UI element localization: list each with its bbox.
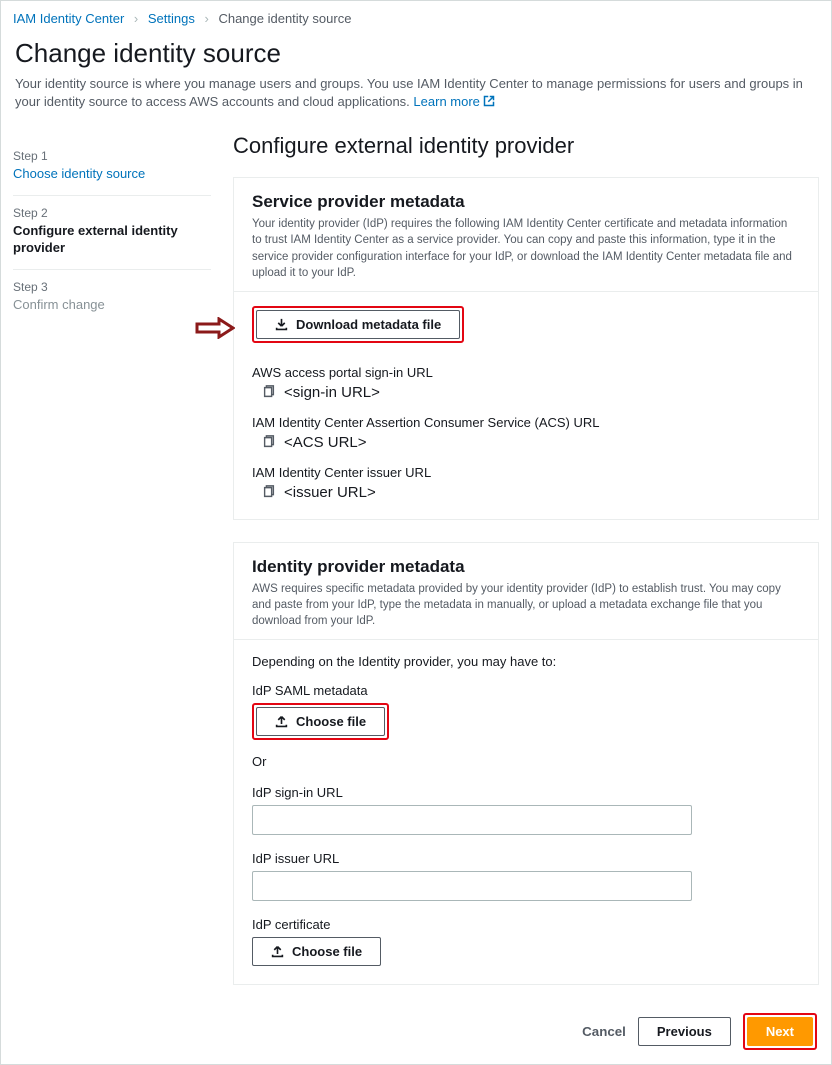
- wizard-step-2: Step 2 Configure external identity provi…: [13, 195, 211, 269]
- breadcrumb: IAM Identity Center › Settings › Change …: [1, 1, 831, 32]
- idp-saml-label: IdP SAML metadata: [252, 683, 800, 698]
- page-title: Change identity source: [15, 38, 817, 69]
- step-text: Configure external identity provider: [13, 222, 211, 257]
- copy-icon[interactable]: [262, 435, 276, 449]
- step-label: Step 3: [13, 280, 211, 294]
- acs-url-label: IAM Identity Center Assertion Consumer S…: [252, 415, 800, 430]
- page-container: IAM Identity Center › Settings › Change …: [0, 0, 832, 1065]
- issuer-url-value: <issuer URL>: [284, 484, 376, 501]
- chevron-right-icon: ›: [134, 11, 138, 26]
- breadcrumb-link-settings[interactable]: Settings: [148, 11, 195, 26]
- page-description: Your identity source is where you manage…: [15, 75, 817, 111]
- step-text: Confirm change: [13, 296, 211, 314]
- idp-signin-input[interactable]: [252, 805, 692, 835]
- sp-metadata-panel: Service provider metadata Your identity …: [233, 177, 819, 519]
- annotation-download-highlight: Download metadata file: [252, 306, 464, 343]
- acs-url-value: <ACS URL>: [284, 434, 367, 451]
- idp-signin-label: IdP sign-in URL: [252, 785, 800, 800]
- choose-file-saml-button[interactable]: Choose file: [256, 707, 385, 736]
- step-text: Choose identity source: [13, 165, 211, 183]
- panel-description: AWS requires specific metadata provided …: [252, 581, 800, 629]
- upload-icon: [271, 945, 284, 958]
- step-label: Step 1: [13, 149, 211, 163]
- idp-metadata-panel: Identity provider metadata AWS requires …: [233, 542, 819, 985]
- download-icon: [275, 318, 288, 331]
- upload-icon: [275, 715, 288, 728]
- signin-url-value: <sign-in URL>: [284, 384, 380, 401]
- learn-more-link[interactable]: Learn more: [413, 94, 494, 109]
- next-button[interactable]: Next: [747, 1017, 813, 1046]
- or-separator: Or: [252, 754, 800, 769]
- idp-issuer-label: IdP issuer URL: [252, 851, 800, 866]
- chevron-right-icon: ›: [204, 11, 208, 26]
- wizard-step-3: Step 3 Confirm change: [13, 269, 211, 326]
- breadcrumb-current: Change identity source: [218, 11, 351, 26]
- copy-icon[interactable]: [262, 385, 276, 399]
- wizard-step-1[interactable]: Step 1 Choose identity source: [13, 139, 211, 195]
- page-header: Change identity source Your identity sou…: [1, 32, 831, 119]
- step-label: Step 2: [13, 206, 211, 220]
- main-content: Configure external identity provider Ser…: [233, 119, 819, 1007]
- signin-url-label: AWS access portal sign-in URL: [252, 365, 800, 380]
- previous-button[interactable]: Previous: [638, 1017, 731, 1046]
- wizard-actions: Cancel Previous Next: [1, 1007, 831, 1064]
- wizard-sidebar: Step 1 Choose identity source Step 2 Con…: [13, 119, 211, 1007]
- panel-title: Service provider metadata: [252, 192, 800, 212]
- annotation-next-highlight: Next: [743, 1013, 817, 1050]
- download-metadata-button[interactable]: Download metadata file: [256, 310, 460, 339]
- external-link-icon: [483, 95, 495, 107]
- breadcrumb-link-iam[interactable]: IAM Identity Center: [13, 11, 124, 26]
- choose-file-cert-button[interactable]: Choose file: [252, 937, 381, 966]
- idp-subtext: Depending on the Identity provider, you …: [252, 654, 800, 669]
- panel-title: Identity provider metadata: [252, 557, 800, 577]
- idp-cert-label: IdP certificate: [252, 917, 800, 932]
- annotation-choosefile-highlight: Choose file: [252, 703, 389, 740]
- annotation-arrow: [195, 317, 235, 339]
- copy-icon[interactable]: [262, 485, 276, 499]
- section-title: Configure external identity provider: [233, 133, 819, 159]
- panel-description: Your identity provider (IdP) requires th…: [252, 216, 800, 280]
- issuer-url-label: IAM Identity Center issuer URL: [252, 465, 800, 480]
- idp-issuer-input[interactable]: [252, 871, 692, 901]
- cancel-button[interactable]: Cancel: [582, 1024, 626, 1039]
